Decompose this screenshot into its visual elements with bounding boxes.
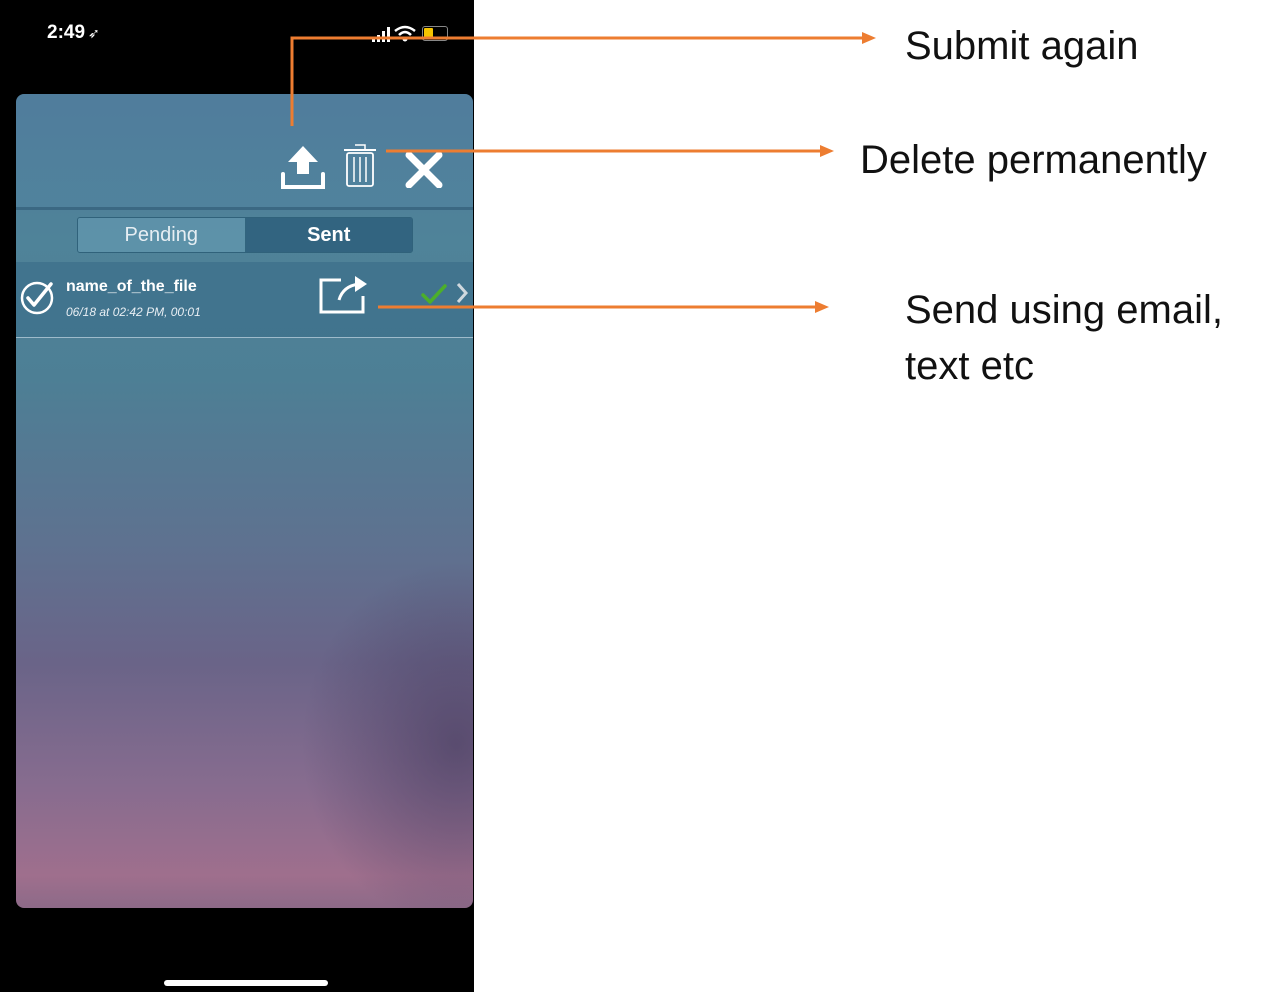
tab-sent[interactable]: Sent: [245, 218, 412, 252]
panel-toolbar: [16, 94, 473, 207]
toolbar-divider: [16, 207, 473, 210]
arrowhead-delete: [820, 145, 834, 157]
tab-pending[interactable]: Pending: [78, 218, 246, 252]
tab-switcher: Pending Sent: [77, 217, 413, 253]
check-circle-icon[interactable]: [19, 280, 55, 316]
file-timestamp: 06/18 at 02:42 PM, 00:01: [66, 305, 201, 319]
sent-checkmark-icon: [421, 284, 447, 304]
file-name: name_of_the_file: [66, 278, 197, 295]
annotation-send-using-email: Send using email, text etc: [905, 288, 1223, 388]
arrowhead-send: [815, 301, 829, 313]
battery-icon: [422, 26, 448, 41]
trash-icon[interactable]: [343, 142, 377, 188]
home-indicator: [164, 980, 328, 986]
signal-icon: [372, 26, 390, 42]
status-time-text: 2:49: [47, 22, 86, 43]
chevron-right-icon[interactable]: [455, 280, 469, 306]
wifi-icon: [394, 25, 416, 42]
phone-screen: 2:49 ➶ Pending Sent name_of_the_file 06/…: [0, 0, 474, 992]
sent-files-panel: Pending Sent name_of_the_file 06/18 at 0…: [16, 94, 473, 908]
share-icon[interactable]: [317, 274, 369, 316]
close-icon[interactable]: [404, 152, 444, 188]
annotation-delete-permanently: Delete permanently: [860, 138, 1207, 182]
arrowhead-submit: [862, 32, 876, 44]
location-icon: ➶: [88, 25, 100, 41]
annotation-submit-again: Submit again: [905, 24, 1139, 68]
status-time: 2:49 ➶: [47, 22, 100, 44]
upload-icon[interactable]: [280, 144, 326, 190]
list-item[interactable]: name_of_the_file 06/18 at 02:42 PM, 00:0…: [16, 262, 473, 338]
